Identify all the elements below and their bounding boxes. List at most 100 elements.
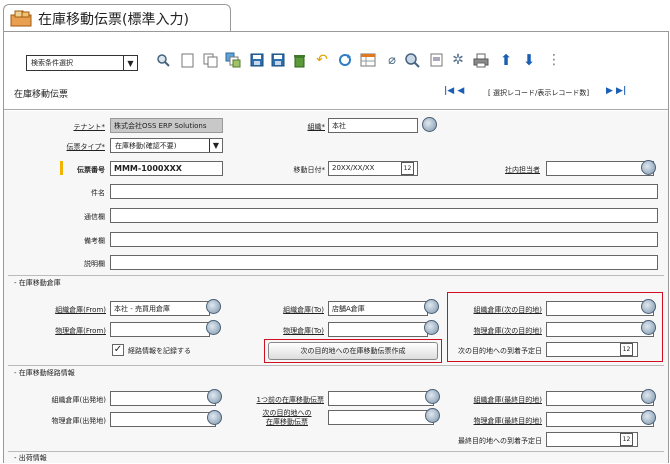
copy-icon[interactable] bbox=[202, 52, 218, 68]
arrow-down-icon[interactable]: ⬇ bbox=[521, 51, 537, 69]
next-org-label: 組織倉庫(次の目的地) bbox=[473, 306, 542, 314]
nav-first-prev[interactable]: |◀ ◀ bbox=[444, 86, 464, 96]
phys-origin-field[interactable] bbox=[110, 412, 216, 427]
org-search-icon[interactable] bbox=[422, 117, 437, 132]
gear-icon[interactable]: ✲ bbox=[450, 52, 466, 68]
calendar-icon[interactable]: 12 bbox=[620, 343, 633, 356]
calendar-icon[interactable]: 12 bbox=[620, 433, 633, 446]
next-arrival-label: 次の目的地への到着予定日 bbox=[458, 347, 542, 355]
tenant-field: 株式会社OSS ERP Solutions bbox=[110, 118, 223, 133]
search-icon[interactable] bbox=[155, 52, 171, 68]
slip-type-select[interactable]: 在庫移動(確認不要) ▼ bbox=[110, 138, 223, 153]
delete-icon[interactable] bbox=[291, 52, 307, 68]
next-slip-label-line2: 在庫移動伝票 bbox=[266, 418, 308, 426]
org-final-label: 組織倉庫(最終目的地) bbox=[473, 396, 542, 404]
more-icon[interactable]: ⋮ bbox=[546, 52, 562, 68]
slip-no-field[interactable]: MMM-1000XXX bbox=[110, 161, 223, 176]
org-origin-field[interactable] bbox=[110, 391, 216, 406]
remarks-field[interactable] bbox=[110, 232, 658, 247]
create-next-slip-button[interactable]: 次の目的地への在庫移動伝票作成 bbox=[268, 342, 438, 360]
next-org-search-icon[interactable] bbox=[641, 299, 656, 314]
desc-label: 説明欄 bbox=[84, 260, 105, 268]
org-final-field[interactable] bbox=[546, 391, 654, 406]
final-arrival-label: 最終目的地への到着予定日 bbox=[458, 437, 542, 445]
search-condition-select[interactable]: 検索条件選択 ▼ bbox=[26, 55, 138, 71]
phys-final-search-icon[interactable] bbox=[641, 410, 656, 425]
move-date-label: 移動日付* bbox=[293, 166, 326, 174]
divider bbox=[8, 275, 664, 276]
save-icon[interactable] bbox=[249, 52, 265, 68]
sheet-icon[interactable] bbox=[428, 52, 444, 68]
org-final-search-icon[interactable] bbox=[641, 389, 656, 404]
phys-origin-label: 物理倉庫(出発地) bbox=[51, 417, 106, 425]
route-section-title: - 在庫移動経路情報 bbox=[14, 369, 75, 377]
slip-type-value: 在庫移動(確認不要) bbox=[115, 141, 177, 150]
divider bbox=[8, 451, 664, 452]
nav-next-last[interactable]: ▶ ▶| bbox=[606, 86, 626, 96]
warehouse-section-title: - 在庫移動倉庫 bbox=[14, 279, 61, 287]
prev-slip-search-icon[interactable] bbox=[425, 389, 440, 404]
to-org-search-icon[interactable] bbox=[424, 299, 439, 314]
save-as-icon[interactable] bbox=[270, 52, 286, 68]
toolbar bbox=[4, 32, 668, 110]
remarks-label: 備考欄 bbox=[84, 237, 105, 245]
phys-origin-search-icon[interactable] bbox=[207, 410, 222, 425]
org-field[interactable]: 本社 bbox=[328, 118, 418, 133]
window-title: 在庫移動伝票(標準入力) bbox=[38, 12, 189, 28]
next-slip-search-icon[interactable] bbox=[425, 408, 440, 423]
print-preview-icon[interactable] bbox=[404, 52, 420, 68]
desc-field[interactable] bbox=[110, 255, 658, 270]
next-phys-search-icon[interactable] bbox=[641, 320, 656, 335]
from-phys-field[interactable] bbox=[110, 322, 210, 337]
staff-search-icon[interactable] bbox=[641, 160, 656, 175]
next-org-field[interactable] bbox=[546, 301, 654, 316]
from-org-field[interactable]: 本社 - 売買用倉庫 bbox=[110, 301, 210, 316]
shipping-section-title: - 出荷情報 bbox=[14, 454, 47, 462]
attach-icon[interactable]: ⌀ bbox=[384, 52, 400, 68]
undo-icon[interactable]: ↶ bbox=[314, 52, 330, 68]
next-slip-field[interactable] bbox=[328, 410, 434, 425]
to-org-field[interactable]: 店舗A倉庫 bbox=[328, 301, 428, 316]
comm-label: 通信欄 bbox=[84, 213, 105, 221]
folder-icon bbox=[10, 10, 32, 27]
tenant-label: テナント* bbox=[73, 123, 106, 131]
comm-field[interactable] bbox=[110, 208, 658, 223]
required-marker bbox=[60, 161, 63, 175]
from-phys-label: 物理倉庫(From) bbox=[55, 327, 106, 335]
to-phys-label: 物理倉庫(To) bbox=[283, 327, 324, 335]
org-origin-search-icon[interactable] bbox=[207, 389, 222, 404]
subject-label: 件名 bbox=[91, 189, 105, 197]
from-org-search-icon[interactable] bbox=[206, 299, 221, 314]
org-origin-label: 組織倉庫(出発地) bbox=[51, 396, 106, 404]
next-phys-field[interactable] bbox=[546, 322, 654, 337]
table-icon[interactable] bbox=[360, 52, 376, 68]
slip-type-label: 伝票タイプ* bbox=[66, 143, 106, 151]
search-condition-label: 検索条件選択 bbox=[31, 59, 73, 67]
chevron-down-icon[interactable]: ▼ bbox=[123, 56, 137, 70]
org-label: 組織* bbox=[307, 123, 326, 131]
calendar-icon[interactable]: 12 bbox=[401, 162, 414, 175]
to-phys-search-icon[interactable] bbox=[424, 320, 439, 335]
slip-no-label: 伝票番号 bbox=[77, 166, 105, 174]
refresh-icon[interactable] bbox=[337, 52, 353, 68]
phys-final-label: 物理倉庫(最終目的地) bbox=[473, 417, 542, 425]
new-doc-icon[interactable] bbox=[179, 52, 195, 68]
record-count-text: [ 選択レコード/表示レコード数] bbox=[488, 89, 590, 97]
staff-label: 社内担当者 bbox=[505, 166, 540, 174]
prev-slip-field[interactable] bbox=[328, 391, 434, 406]
staff-field[interactable] bbox=[546, 161, 654, 176]
to-phys-field[interactable] bbox=[328, 322, 428, 337]
next-phys-label: 物理倉庫(次の目的地) bbox=[473, 327, 542, 335]
chevron-down-icon[interactable]: ▼ bbox=[209, 139, 222, 152]
record-route-checkbox[interactable]: ✓ bbox=[112, 344, 124, 356]
screen-title: 在庫移動伝票 bbox=[14, 90, 69, 100]
to-org-label: 組織倉庫(To) bbox=[283, 306, 324, 314]
phys-final-field[interactable] bbox=[546, 412, 654, 427]
divider bbox=[8, 365, 664, 366]
subject-field[interactable] bbox=[110, 184, 658, 199]
multi-copy-icon[interactable] bbox=[225, 52, 241, 68]
arrow-up-icon[interactable]: ⬆ bbox=[498, 51, 514, 69]
print-icon[interactable] bbox=[473, 52, 489, 68]
from-phys-search-icon[interactable] bbox=[206, 320, 221, 335]
from-org-label: 組織倉庫(From) bbox=[55, 306, 106, 314]
